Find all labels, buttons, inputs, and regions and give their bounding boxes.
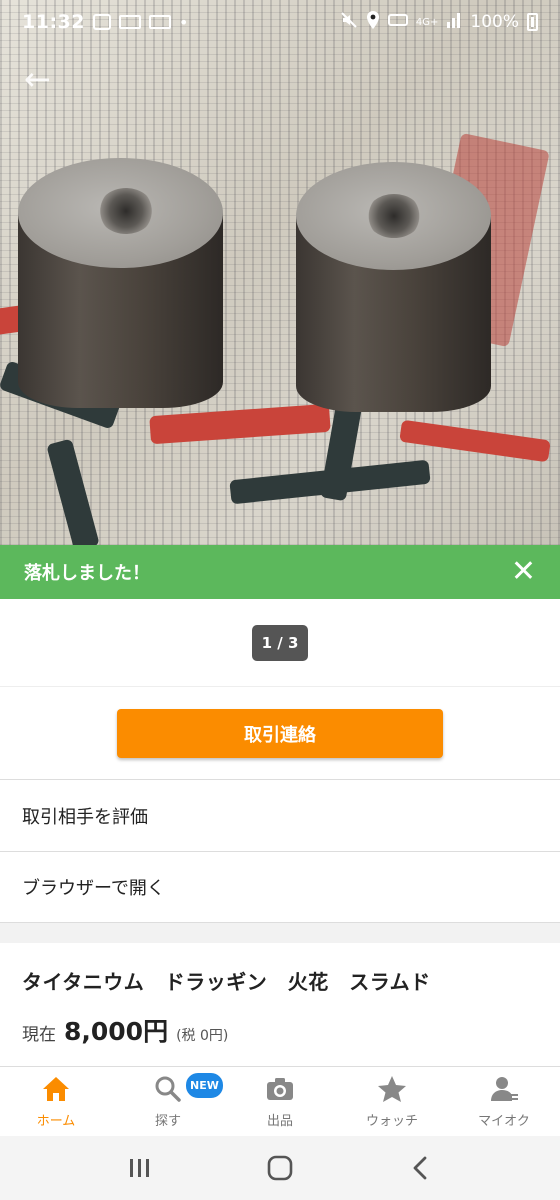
search-icon	[153, 1074, 183, 1104]
item-title: タイタニウム ドラッギン 火花 スラムド	[22, 970, 431, 994]
network-type: 4G+	[415, 16, 439, 28]
camera-icon	[265, 1074, 295, 1104]
item-photo[interactable]: ←	[0, 0, 560, 545]
titanium-slider-left	[18, 158, 223, 408]
back-arrow-icon[interactable]: ←	[24, 60, 51, 98]
price-row: 現在 8,000円 (税 0円)	[22, 1012, 228, 1048]
tab-my-auction-label: マイオク	[478, 1114, 530, 1129]
notification-dot-icon: •	[178, 12, 189, 32]
tab-watch[interactable]: ウォッチ	[336, 1067, 448, 1136]
bottom-tab-bar: ホーム 探す NEW 出品 ウォッチ マイオク	[0, 1066, 560, 1136]
tab-search-label: 探す	[154, 1114, 181, 1129]
image-counter: 1 / 3	[251, 624, 309, 661]
tab-my-auction[interactable]: マイオク	[448, 1067, 560, 1136]
contact-row: 取引連絡	[0, 688, 560, 780]
star-icon	[377, 1074, 407, 1104]
rate-partner-label: 取引相手を評価	[22, 807, 148, 828]
mute-icon	[340, 11, 358, 34]
titanium-slider-right	[296, 162, 491, 412]
price-value: 8,000円	[64, 1017, 169, 1046]
recent-apps-icon[interactable]	[120, 1148, 160, 1188]
status-time: 11:32	[22, 11, 85, 33]
status-bar: 11:32 • 4G+ 100%	[0, 0, 560, 44]
home-button-icon[interactable]	[260, 1148, 300, 1188]
notification-app-icon	[118, 15, 141, 29]
notification-app-icon	[92, 14, 111, 30]
system-nav-bar	[0, 1136, 560, 1200]
tab-sell-label: 出品	[266, 1114, 293, 1129]
tab-watch-label: ウォッチ	[365, 1114, 418, 1129]
signal-icon	[446, 12, 462, 33]
section-separator	[0, 923, 560, 943]
tab-search[interactable]: 探す NEW	[112, 1067, 225, 1136]
open-in-browser-row[interactable]: ブラウザーで開く	[0, 852, 560, 923]
user-icon	[489, 1074, 519, 1104]
open-in-browser-label: ブラウザーで開く	[22, 878, 165, 899]
notification-app-icon	[148, 15, 171, 29]
banner-text: 落札しました！	[24, 563, 150, 584]
new-badge: NEW	[184, 1071, 225, 1100]
back-icon[interactable]	[400, 1148, 440, 1188]
tab-sell[interactable]: 出品	[224, 1067, 336, 1136]
close-icon[interactable]: ✕	[511, 557, 536, 587]
home-icon	[41, 1074, 71, 1104]
transaction-contact-button[interactable]: 取引連絡	[117, 709, 443, 758]
tab-home-label: ホーム	[36, 1114, 76, 1129]
price-tax: (税 0円)	[176, 1028, 229, 1044]
wifi-icon	[387, 12, 408, 33]
tab-home[interactable]: ホーム	[0, 1067, 112, 1136]
rate-partner-row[interactable]: 取引相手を評価	[0, 781, 560, 852]
battery-icon	[527, 13, 538, 31]
location-icon	[366, 10, 380, 34]
won-banner: 落札しました！ ✕	[0, 545, 560, 599]
battery-percent: 100%	[470, 12, 519, 32]
price-label: 現在	[22, 1025, 56, 1045]
gallery-counter-row: 1 / 3	[0, 599, 560, 687]
